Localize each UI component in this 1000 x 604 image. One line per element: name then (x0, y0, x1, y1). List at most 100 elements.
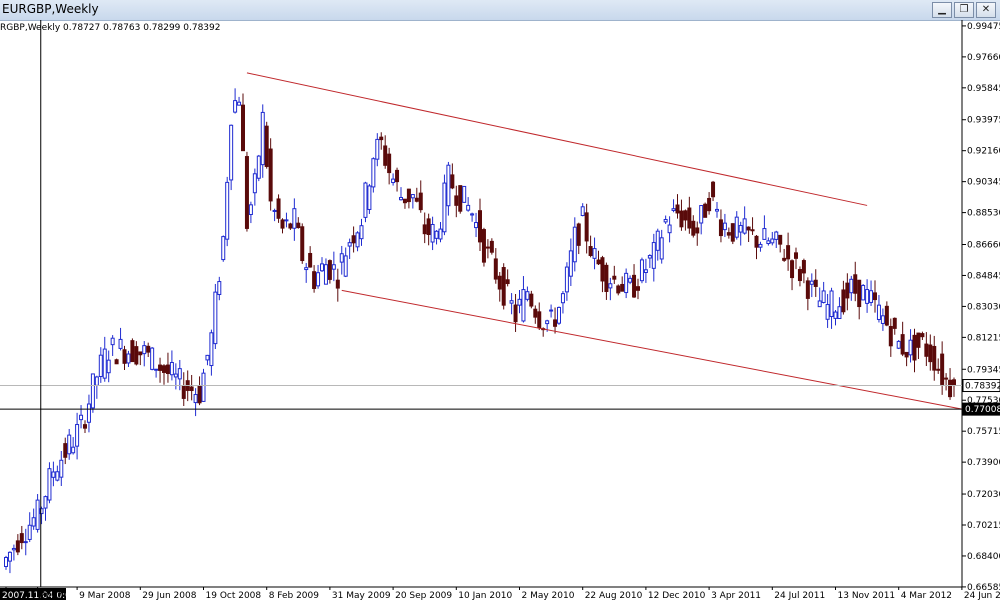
bear-candle (478, 210, 482, 243)
bull-candle (47, 468, 52, 501)
bull-candle (367, 185, 372, 210)
y-tick-label: 0.93975 (967, 116, 1000, 126)
channel-lower-line (341, 289, 963, 410)
bear-candle (679, 210, 684, 228)
chart-area[interactable]: RGBP,Weekly 0.78727 0.78763 0.78299 0.78… (0, 20, 1000, 601)
bear-candle (675, 204, 680, 214)
bear-candle (636, 286, 640, 291)
bull-candle (118, 338, 123, 349)
bull-candle (880, 315, 885, 324)
minimize-button[interactable]: ▁ (932, 2, 952, 18)
bull-candle (430, 223, 435, 243)
bull-candle (722, 222, 727, 231)
bear-candle (576, 223, 581, 246)
bull-candle (229, 124, 234, 181)
bear-candle (695, 227, 700, 234)
y-tick-label: 0.92160 (967, 147, 1000, 157)
bear-candle (268, 148, 273, 202)
bull-candle (521, 289, 526, 322)
bull-candle (177, 368, 182, 380)
x-tick-label: 4 Mar 2012 (901, 591, 952, 600)
y-tick-label: 0.84845 (967, 271, 1000, 281)
price-chart[interactable]: 0.99475 0.97660 0.95845 0.93975 0.92160 0.903… (0, 20, 1000, 601)
y-tick-label: 0.68400 (967, 552, 1000, 562)
bear-candle (351, 235, 356, 244)
bull-candle (608, 283, 613, 289)
bull-candle (663, 219, 668, 223)
bull-candle (90, 373, 95, 409)
bull-candle (209, 332, 214, 367)
bear-candle (501, 267, 506, 306)
bear-candle (15, 540, 20, 553)
bear-candle (718, 219, 723, 237)
bull-candle (774, 231, 779, 240)
bull-candle (833, 311, 838, 319)
bear-candle (138, 351, 143, 356)
bull-candle (564, 266, 569, 293)
bull-candle (876, 304, 881, 320)
bear-candle (924, 343, 929, 357)
close-button[interactable]: ✕ (976, 2, 996, 18)
bull-candle (150, 347, 155, 370)
bear-candle (778, 234, 783, 245)
bear-candle (632, 274, 637, 298)
bull-candle (71, 446, 76, 454)
bull-candle (51, 471, 56, 478)
bull-candle (31, 517, 36, 527)
bull-candle (758, 243, 763, 248)
bear-candle (485, 246, 490, 249)
bull-candle (35, 499, 40, 530)
bear-candle (952, 379, 956, 387)
bull-candle (837, 306, 842, 320)
bull-candle (821, 290, 826, 303)
bull-candle (545, 320, 550, 325)
bull-candle (94, 376, 99, 386)
bear-candle (750, 229, 755, 232)
bear-candle (782, 257, 787, 261)
y-tick-label: 0.95845 (967, 84, 1000, 94)
bear-candle (134, 346, 139, 365)
bull-candle (896, 340, 901, 349)
bull-candle (142, 345, 147, 355)
y-tick-label: 0.81215 (967, 333, 1000, 343)
bull-candle (865, 289, 870, 304)
bull-candle (572, 226, 577, 263)
bull-candle (742, 218, 747, 234)
bear-candle (513, 304, 518, 323)
bull-candle (86, 403, 91, 423)
ohlc-info: RGBP,Weekly 0.78727 0.78763 0.78299 0.78… (0, 23, 221, 33)
bull-candle (809, 280, 814, 285)
bull-candle (75, 424, 80, 447)
bear-candle (146, 345, 151, 353)
bear-candle (928, 344, 933, 363)
bull-candle (525, 291, 530, 300)
bear-candle (703, 203, 708, 218)
restore-button[interactable]: ❐ (954, 2, 974, 18)
bull-candle (643, 269, 648, 274)
bear-candle (83, 424, 87, 429)
bear-candle (596, 259, 601, 265)
x-tick-label: 10 Jan 2010 (458, 591, 512, 600)
bull-candle (11, 547, 16, 551)
bear-candle (162, 365, 166, 373)
bear-candle (300, 226, 305, 262)
bull-candle (43, 496, 48, 509)
bull-candle (462, 185, 467, 203)
bull-candle (655, 230, 660, 251)
bull-candle (671, 208, 676, 211)
y-tick-label: 0.72030 (967, 490, 1000, 500)
bull-candle (355, 232, 360, 248)
bull-candle (339, 253, 344, 263)
bull-candle (98, 354, 103, 377)
window-title: EURGBP,Weekly (2, 2, 99, 16)
bear-candle (383, 145, 388, 166)
bear-candle (450, 174, 455, 189)
bear-candle (244, 156, 249, 229)
bear-candle (493, 258, 498, 280)
bear-candle (936, 368, 941, 371)
bear-candle (790, 260, 795, 279)
bear-candle (537, 311, 542, 329)
bear-candle (402, 198, 407, 204)
bull-candle (434, 230, 439, 239)
bear-candle (406, 188, 411, 203)
